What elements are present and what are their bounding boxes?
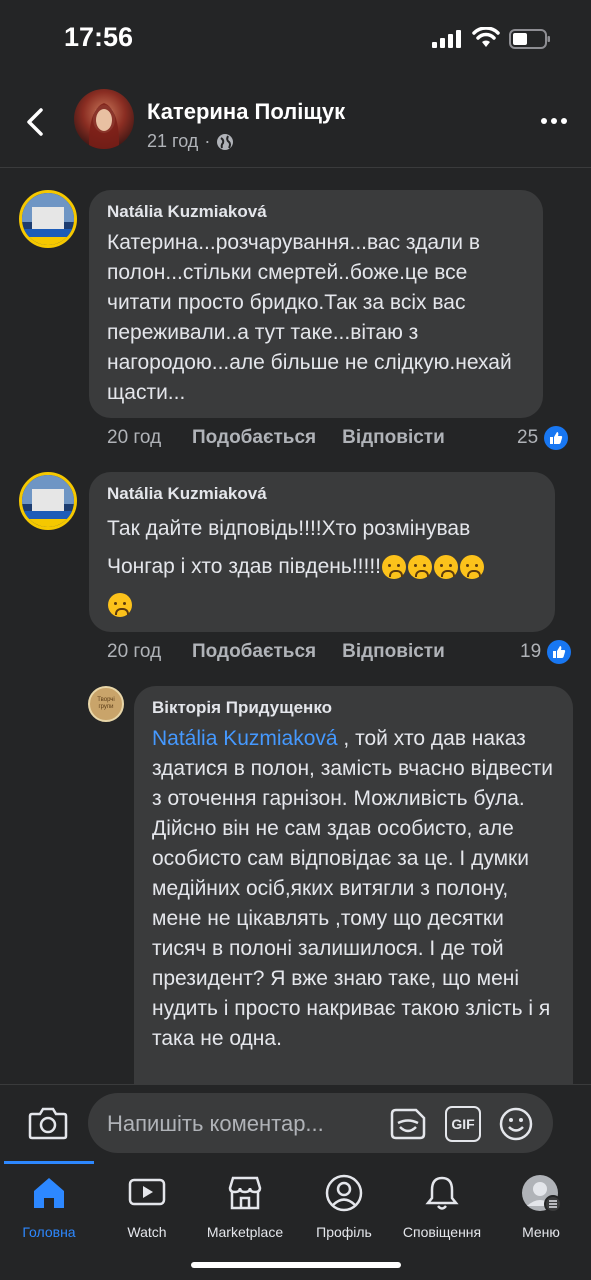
comment-text-line: Так дайте відповідь!!!!Хто розмінував (107, 517, 471, 540)
reply-bubble[interactable]: Вікторія Придущенко Natália Kuzmiaková ,… (134, 686, 573, 1096)
sad-emoji-icon (108, 593, 132, 618)
reply-button[interactable]: Відповісти (342, 427, 445, 449)
reply-author[interactable]: Вікторія Придущенко (152, 698, 555, 718)
gif-label: GIF (451, 1116, 475, 1132)
like-reaction-icon (544, 426, 569, 450)
watch-icon (128, 1178, 166, 1206)
bottom-tab-bar: Головна Watch Marketplace Профіль Сповіщ… (0, 1160, 591, 1280)
comment-author[interactable]: Natália Kuzmiaková (107, 202, 525, 222)
commenter-avatar[interactable] (19, 190, 77, 248)
tab-notifications[interactable]: Сповіщення (392, 1174, 492, 1244)
home-indicator (191, 1262, 401, 1268)
sad-emoji-icon (382, 555, 407, 580)
marketplace-icon (228, 1176, 262, 1210)
gif-button[interactable]: GIF (445, 1106, 481, 1142)
sad-emoji-icon (434, 555, 459, 580)
meta-separator: · (204, 131, 211, 151)
menu-avatar-icon (522, 1175, 562, 1212)
reaction-number: 25 (517, 427, 539, 448)
bell-icon (425, 1176, 459, 1210)
battery-icon (509, 29, 550, 49)
reply-body: , той хто дав наказ здатися в полон, зам… (152, 727, 553, 1050)
comment-bubble[interactable]: Natália Kuzmiaková Катерина...розчаруван… (89, 190, 543, 418)
author-name[interactable]: Катерина Поліщук (147, 99, 345, 125)
sad-emoji-icon (408, 555, 433, 580)
post-meta: 21 год · (147, 131, 234, 152)
comment-text-line: Чонгар і хто здав південь!!!!! (107, 555, 382, 578)
reply-text: Natália Kuzmiaková , той хто дав наказ з… (152, 724, 555, 1054)
comment-time[interactable]: 20 год (107, 641, 192, 663)
like-button[interactable]: Подобається (192, 641, 316, 663)
reaction-number: 19 (520, 641, 542, 662)
comment-composer: Напишіть коментар... GIF (0, 1084, 591, 1160)
comment-author[interactable]: Natália Kuzmiaková (107, 484, 537, 504)
emoji-icon[interactable] (498, 1106, 534, 1142)
comment-input[interactable]: Напишіть коментар... GIF (88, 1093, 553, 1153)
tab-label: Головна (22, 1224, 76, 1240)
globe-icon (217, 133, 234, 150)
portrait-image (88, 103, 120, 149)
home-icon (34, 1178, 64, 1208)
sad-emoji-icon (460, 555, 485, 580)
like-button[interactable]: Подобається (192, 427, 316, 449)
comment-actions: 20 год Подобається Відповісти (107, 427, 445, 449)
header-divider (0, 167, 591, 168)
author-avatar[interactable] (74, 89, 134, 149)
tab-profile[interactable]: Профіль (294, 1174, 394, 1244)
mention-link[interactable]: Natália Kuzmiaková (152, 727, 338, 750)
tab-watch[interactable]: Watch (97, 1174, 197, 1244)
comment-text: Катерина...розчарування...вас здали в по… (107, 231, 512, 404)
sticker-icon[interactable] (388, 1106, 428, 1142)
status-bar: 17:56 (0, 0, 591, 80)
comment-time[interactable]: 20 год (107, 427, 192, 449)
post-time[interactable]: 21 год (147, 131, 198, 152)
post-header: Катерина Поліщук 21 год · (0, 80, 591, 165)
signal-icon (432, 30, 461, 48)
tab-menu[interactable]: Меню (491, 1174, 591, 1244)
tab-marketplace[interactable]: Marketplace (195, 1174, 295, 1244)
comment-text: Так дайте відповідь!!!!Хто розмінував Чо… (107, 510, 537, 624)
tab-label: Меню (522, 1224, 560, 1240)
status-time: 17:56 (64, 22, 134, 52)
tab-home[interactable]: Головна (0, 1174, 99, 1244)
tab-label: Профіль (316, 1224, 372, 1240)
back-button[interactable] (18, 104, 54, 140)
wifi-icon (472, 27, 500, 47)
commenter-avatar[interactable] (19, 472, 77, 530)
avatar-logo-text: Творчі групи (97, 697, 115, 710)
reaction-count[interactable]: 25 (517, 426, 569, 450)
comment-bubble[interactable]: Natália Kuzmiaková Так дайте відповідь!!… (89, 472, 555, 632)
like-reaction-icon (547, 640, 572, 664)
profile-icon (325, 1174, 363, 1212)
comment-actions: 20 год Подобається Відповісти (107, 641, 445, 663)
comment-input-placeholder: Напишіть коментар... (107, 1111, 324, 1136)
reply-author-avatar[interactable]: Творчі групи (88, 686, 124, 722)
tab-label: Сповіщення (402, 1224, 482, 1240)
tab-label: Watch (127, 1224, 167, 1240)
more-options-button[interactable] (534, 106, 574, 136)
reaction-count[interactable]: 19 (520, 640, 572, 664)
tab-label: Marketplace (206, 1224, 284, 1240)
reply-button[interactable]: Відповісти (342, 641, 445, 663)
active-tab-indicator (4, 1161, 94, 1164)
camera-icon[interactable] (28, 1105, 68, 1141)
